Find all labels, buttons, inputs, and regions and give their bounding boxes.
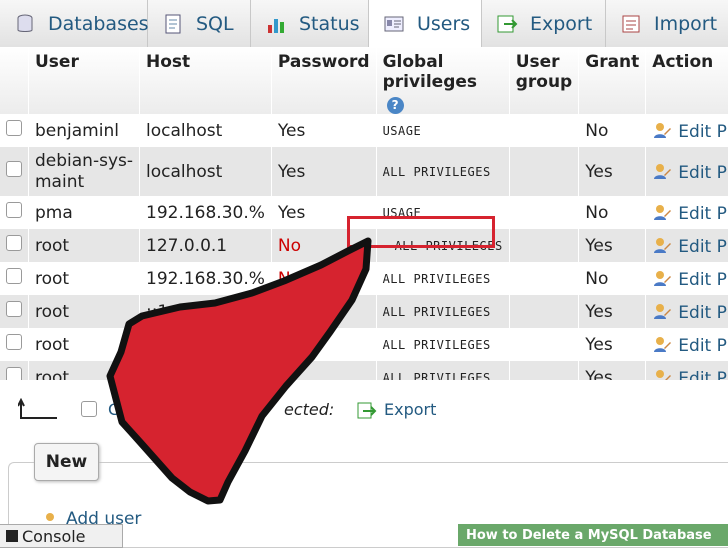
console-toggle[interactable]: Console xyxy=(0,524,123,548)
watermark-text: How to Delete a MySQL Database xyxy=(466,527,712,543)
console-icon xyxy=(6,530,18,542)
console-label: Console xyxy=(22,526,86,546)
red-pointer-arrow-icon xyxy=(106,237,372,505)
watermark-banner: How to Delete a MySQL Database xyxy=(458,524,728,546)
